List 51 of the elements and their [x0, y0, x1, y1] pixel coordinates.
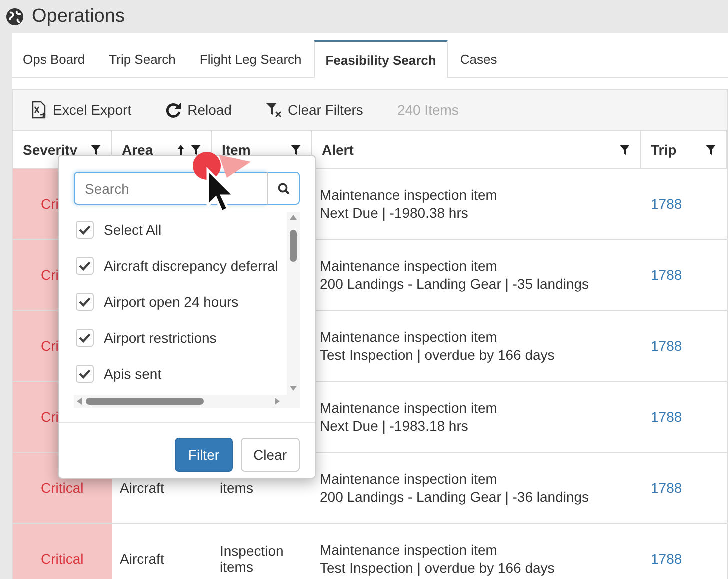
- trip-link[interactable]: 1788: [651, 338, 719, 354]
- tab[interactable]: Trip Search: [97, 40, 188, 77]
- tab[interactable]: Ops Board: [12, 40, 98, 77]
- trip-link[interactable]: 1788: [651, 196, 719, 212]
- toolbar-button[interactable]: Excel Export: [31, 101, 132, 119]
- trip-link[interactable]: 1788: [651, 267, 719, 283]
- alert-title: Maintenance inspection item: [320, 328, 498, 346]
- alert-detail: 200 Landings - Landing Gear | -36 landings: [320, 488, 590, 506]
- globe-icon: [6, 8, 24, 26]
- spreadsheet-export-icon: [31, 101, 47, 119]
- page-title: Operations: [32, 6, 125, 28]
- trip-link[interactable]: 1788: [651, 480, 719, 496]
- trip-link[interactable]: 1788: [651, 551, 719, 567]
- alert-title: Maintenance inspection item: [320, 470, 498, 488]
- search-icon: [278, 182, 290, 194]
- area-cell: Aircraft: [112, 524, 212, 579]
- sort-arrow-icon[interactable]: [177, 144, 185, 156]
- clear-filter-icon: [266, 102, 282, 118]
- item-count: 240 Items: [397, 102, 459, 118]
- alert-detail: Test Inspection | overdue by 166 days: [320, 346, 556, 364]
- item-text: items: [220, 480, 254, 496]
- filter-icon[interactable]: [706, 144, 716, 154]
- trip-link[interactable]: 1788: [651, 409, 719, 425]
- alert-detail: Test Inspection | overdue by 166 days: [320, 559, 556, 577]
- filter-icon[interactable]: [620, 144, 630, 154]
- tab[interactable]: Feasibility Search: [314, 40, 448, 78]
- vertical-scrollbar[interactable]: [287, 212, 300, 395]
- checkbox[interactable]: [76, 293, 94, 311]
- checkbox[interactable]: [76, 221, 94, 239]
- horizontal-scrollbar[interactable]: [74, 395, 300, 408]
- checkbox[interactable]: [76, 257, 94, 275]
- reload-icon: [166, 102, 182, 118]
- alert-title: Maintenance inspection item: [320, 399, 498, 417]
- alert-detail: Next Due | -1983.18 hrs: [320, 417, 470, 435]
- severity-cell: Critical: [13, 524, 112, 579]
- tab[interactable]: Flight Leg Search: [188, 40, 314, 77]
- alert-detail: 200 Landings - Landing Gear | -35 landings: [320, 275, 590, 293]
- column-header[interactable]: Trip: [641, 131, 727, 169]
- checkbox[interactable]: [76, 365, 94, 383]
- filter-button[interactable]: Filter: [175, 438, 233, 472]
- clear-button[interactable]: Clear: [240, 438, 300, 472]
- checkbox[interactable]: [76, 329, 94, 347]
- alert-title: Maintenance inspection item: [320, 541, 498, 559]
- alert-detail: Next Due | -1980.38 hrs: [320, 204, 470, 222]
- search-button[interactable]: [267, 172, 300, 205]
- toolbar-button[interactable]: Reload: [166, 102, 232, 118]
- alert-title: Maintenance inspection item: [320, 257, 498, 275]
- tab[interactable]: Cases: [448, 40, 510, 77]
- alert-title: Maintenance inspection item: [320, 186, 498, 204]
- toolbar-button[interactable]: Clear Filters: [266, 102, 364, 118]
- item-text: Inspection items: [220, 543, 285, 575]
